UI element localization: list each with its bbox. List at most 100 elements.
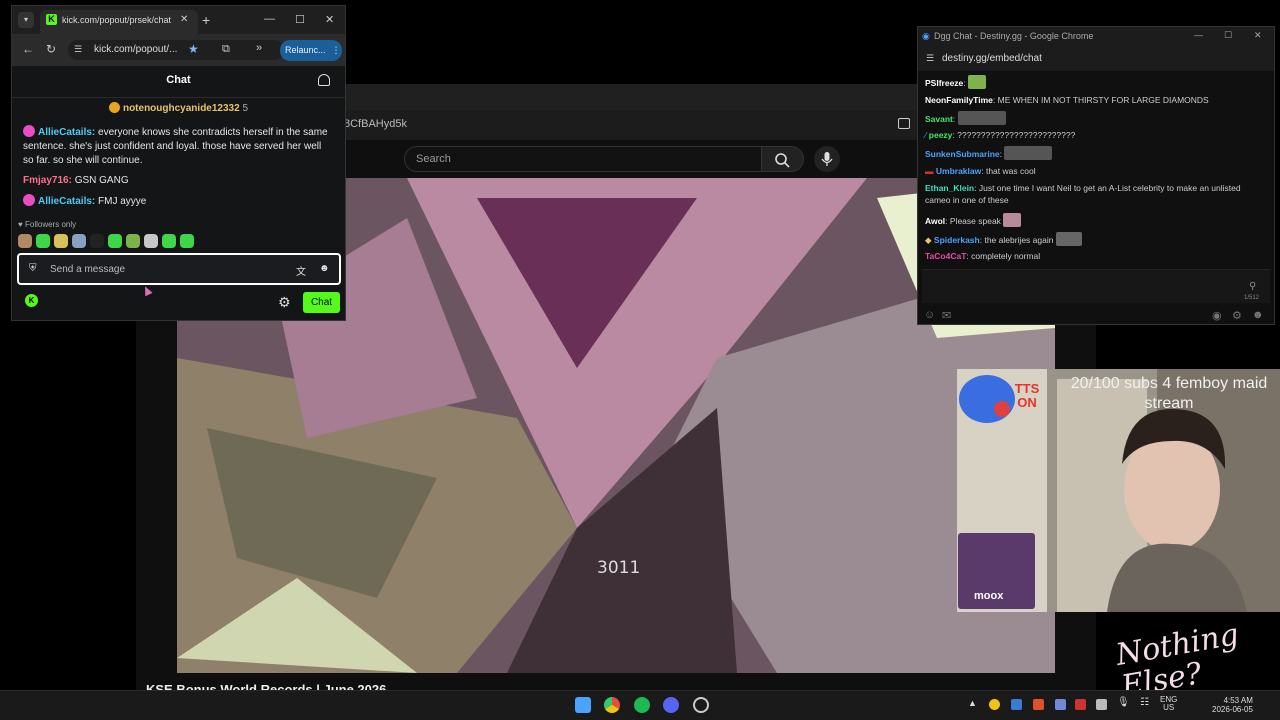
start-menu-icon[interactable] (575, 697, 591, 713)
chat-username[interactable]: Fmjay716 (23, 175, 69, 186)
chat-username[interactable]: Ethan_Klein (925, 183, 974, 193)
microphone-icon[interactable]: 🎙 (1117, 697, 1130, 708)
dgg-favicon-icon: ◉ (922, 31, 930, 41)
message-placeholder: Send a message (50, 264, 126, 275)
chat-username[interactable]: NeonFamilyTime (925, 95, 993, 105)
video-overlay-number: 3011 (597, 558, 641, 578)
chat-username[interactable]: Spiderkash (934, 235, 980, 245)
obs-icon[interactable] (693, 697, 709, 713)
pinned-user[interactable]: notenoughcyanide12332 (123, 103, 240, 114)
chat-message: Savant: (925, 111, 1265, 125)
new-tab-button[interactable]: + (202, 12, 210, 28)
overflow-chevron-icon[interactable]: » (256, 42, 262, 54)
chat-message: ▬ Umbraklaw: that was cool (925, 166, 1036, 176)
emoji-icon[interactable]: ☺ (924, 309, 935, 321)
chat-message: TaCo4CaT: completely normal (925, 251, 1041, 261)
chat-username[interactable]: AllieCatails (38, 196, 92, 207)
more-vert-icon: ⋮ (331, 45, 341, 55)
gear-icon[interactable]: ⚙ (278, 294, 291, 311)
emote-icon[interactable] (18, 234, 32, 248)
emote-icon[interactable] (36, 234, 50, 248)
close-icon[interactable]: ✕ (325, 13, 334, 26)
minimize-icon[interactable]: — (1194, 30, 1203, 40)
emote-icon[interactable] (162, 234, 176, 248)
heart-icon: ♥ (18, 220, 25, 229)
maximize-icon[interactable]: ☐ (295, 13, 305, 26)
char-count: 1/512 (1244, 295, 1260, 301)
chat-username[interactable]: Awol (925, 216, 945, 226)
send-chat-button[interactable]: Chat (303, 292, 340, 313)
chevron-down-icon: ▾ (23, 15, 28, 24)
extensions-icon[interactable]: ⧉ (222, 43, 230, 56)
app-tray-icon[interactable] (1096, 699, 1107, 710)
paperclip-icon[interactable]: ⚲ (1249, 281, 1256, 292)
relaunch-button[interactable]: Relaunc... ⋮ (280, 40, 342, 61)
brave-tray-icon[interactable] (1033, 699, 1044, 710)
whisper-icon[interactable]: ✉ (942, 309, 951, 322)
search-button[interactable] (762, 146, 804, 172)
translate-icon[interactable]: 文 (296, 263, 306, 278)
language-indicator[interactable]: ENG US (1160, 696, 1177, 712)
emote-icon (1055, 232, 1082, 246)
site-info-icon[interactable]: ☰ (74, 44, 82, 55)
close-icon[interactable]: ✕ (1254, 30, 1262, 41)
clock-date: 2026-06-05 (1212, 705, 1253, 714)
voice-search-button[interactable] (814, 146, 840, 172)
chevron-up-icon[interactable]: ▲ (968, 698, 977, 708)
record-tray-icon[interactable] (1075, 699, 1086, 710)
chat-username[interactable]: Umbraklaw (936, 166, 981, 176)
dgg-message-input[interactable] (922, 269, 1270, 303)
bookmark-star-icon[interactable]: ★ (188, 42, 199, 56)
steam-tray-icon[interactable] (1011, 699, 1022, 710)
chat-username[interactable]: AllieCatails (38, 127, 92, 138)
emote-icon[interactable] (108, 234, 122, 248)
chat-message: SunkenSubmarine: (925, 146, 1265, 160)
open-in-window-icon[interactable] (898, 118, 910, 129)
chat-username[interactable]: Savant (925, 114, 953, 124)
chat-username[interactable]: SunkenSubmarine (925, 149, 1000, 159)
chat-username[interactable]: PSIfreeze (925, 78, 963, 88)
gear-icon[interactable]: ⚙ (1232, 309, 1242, 322)
emote-icon[interactable] (54, 234, 68, 248)
emote-icon (968, 75, 987, 89)
maximize-icon[interactable]: ☐ (1224, 30, 1232, 41)
search-input[interactable] (404, 146, 762, 172)
reload-icon[interactable]: ↻ (46, 42, 56, 56)
clock[interactable]: 4:53 AM 2026-06-05 (1212, 696, 1253, 714)
site-info-icon[interactable]: ☰ (926, 53, 934, 64)
chat-username[interactable]: peezy (929, 130, 953, 140)
chat-message: AllieCatails: FMJ ayyye (23, 194, 333, 209)
emote-icon[interactable] (180, 234, 194, 248)
chrome-tray-icon[interactable] (989, 699, 1000, 710)
user-settings-icon[interactable] (318, 74, 330, 86)
eye-icon[interactable]: ◉ (1212, 309, 1222, 322)
emote-icon (957, 111, 1006, 125)
back-arrow-icon[interactable]: ← (22, 42, 34, 56)
discord-tray-icon[interactable] (1055, 699, 1066, 710)
chat-message: ◆ Spiderkash: the alebrijes again (925, 232, 1265, 246)
emote-icon[interactable] (126, 234, 140, 248)
discord-icon[interactable] (663, 697, 679, 713)
chat-username[interactable]: TaCo4CaT (925, 251, 966, 261)
kick-logo-icon[interactable]: K (25, 294, 38, 307)
emote-icon[interactable] (90, 234, 104, 248)
tab-search-button[interactable]: ▾ (18, 12, 34, 28)
minimize-icon[interactable]: — (264, 13, 275, 25)
relaunch-label: Relaunc... (285, 45, 326, 55)
spotify-icon[interactable] (634, 697, 650, 713)
chat-message: AllieCatails: everyone knows she contrad… (23, 125, 328, 166)
shield-icon: ⛨ (29, 263, 37, 274)
kick-chat-window: ▾ K kick.com/popout/prsek/chat ✕ + — ☐ ✕… (11, 5, 346, 321)
network-icon[interactable]: ☷ (1140, 697, 1149, 708)
chat-message-text: completely normal (971, 251, 1041, 261)
emote-icon[interactable] (144, 234, 158, 248)
kick-tab-title: kick.com/popout/prsek/chat (62, 15, 172, 25)
chrome-icon[interactable] (604, 697, 620, 713)
chat-message-text: ME WHEN IM NOT THIRSTY FOR LARGE DIAMOND… (997, 95, 1209, 105)
close-tab-icon[interactable]: ✕ (180, 14, 188, 25)
users-icon[interactable]: ☻ (1252, 309, 1264, 321)
emote-icon[interactable] (72, 234, 86, 248)
emoji-icon[interactable]: ☻ (319, 263, 330, 274)
chat-message: NeonFamilyTime: ME WHEN IM NOT THIRSTY F… (925, 95, 1209, 105)
emote-icon (1003, 213, 1022, 227)
